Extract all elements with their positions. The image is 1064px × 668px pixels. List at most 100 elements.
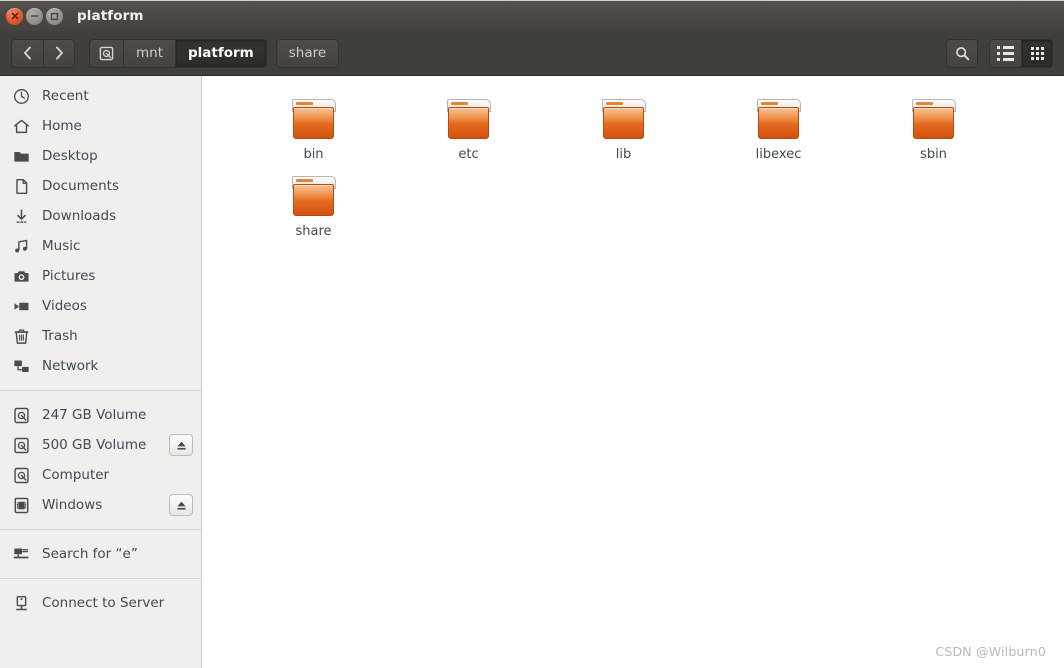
sidebar-item-recent[interactable]: Recent xyxy=(0,81,201,111)
file-item-label: libexec xyxy=(755,147,802,162)
network-icon xyxy=(10,358,32,375)
sidebar-item-label: Network xyxy=(42,358,99,374)
forward-button[interactable] xyxy=(43,38,75,68)
file-item-label: etc xyxy=(458,147,479,162)
sidebar-item-connect-to-server[interactable]: Connect to Server xyxy=(0,588,201,618)
navigation-buttons xyxy=(11,38,75,68)
camera-icon xyxy=(10,268,32,285)
sidebar-section-bookmarks: Search for “e” xyxy=(0,539,201,569)
breadcrumb: mnt platform share xyxy=(89,38,340,68)
folder-icon xyxy=(445,98,493,142)
file-list-area[interactable]: bin etc lib libexec sbin share CSDN @Wil… xyxy=(202,76,1064,668)
file-item[interactable]: bin xyxy=(236,98,391,175)
eject-button[interactable] xyxy=(169,494,193,516)
list-view-button[interactable] xyxy=(989,38,1021,68)
search-folder-icon xyxy=(10,546,32,563)
sidebar-item-label: Documents xyxy=(42,178,119,194)
minimize-icon[interactable] xyxy=(26,7,43,25)
sidebar-item-network[interactable]: Network xyxy=(0,351,201,381)
file-item[interactable]: lib xyxy=(546,98,701,175)
server-icon xyxy=(10,595,32,612)
search-icon xyxy=(955,46,969,60)
sidebar-item-music[interactable]: Music xyxy=(0,231,201,261)
icon-grid: bin etc lib libexec sbin share xyxy=(236,98,1064,252)
file-item-label: share xyxy=(295,224,332,239)
sidebar-item-label: Videos xyxy=(42,298,87,314)
sidebar-item-windows[interactable]: Windows xyxy=(0,490,201,520)
sidebar-item-500gb-volume[interactable]: 500 GB Volume xyxy=(0,430,201,460)
sidebar-divider xyxy=(0,390,201,391)
breadcrumb-item-mnt[interactable]: mnt xyxy=(123,38,175,68)
file-item-label: sbin xyxy=(920,147,947,162)
sidebar-section-places: Recent Home Desktop Documents Downloads … xyxy=(0,81,201,381)
sidebar-section-actions: Connect to Server xyxy=(0,588,201,618)
breadcrumb-item-share[interactable]: share xyxy=(275,38,340,68)
sidebar-item-label: Computer xyxy=(42,467,110,483)
download-icon xyxy=(10,208,32,225)
document-icon xyxy=(10,178,32,195)
breadcrumb-root[interactable] xyxy=(89,38,123,68)
sidebar-item-label: Pictures xyxy=(42,268,96,284)
folder-icon xyxy=(755,98,803,142)
clock-icon xyxy=(10,88,32,105)
folder-icon xyxy=(910,98,958,142)
toolbar: mnt platform share xyxy=(0,31,1064,76)
maximize-icon[interactable] xyxy=(46,7,63,25)
file-item[interactable]: libexec xyxy=(701,98,856,175)
search-button[interactable] xyxy=(946,38,978,68)
sidebar-item-label: Trash xyxy=(42,328,78,344)
folder-icon xyxy=(290,98,338,142)
watermark: CSDN @Wilburn0 xyxy=(935,644,1046,659)
sidebar-item-label: Recent xyxy=(42,88,89,104)
view-mode-buttons xyxy=(989,38,1053,68)
close-icon[interactable] xyxy=(6,7,23,25)
grid-view-button[interactable] xyxy=(1021,38,1053,68)
sidebar-item-desktop[interactable]: Desktop xyxy=(0,141,201,171)
trash-icon xyxy=(10,328,32,345)
breadcrumb-item-platform[interactable]: platform xyxy=(175,38,267,68)
sidebar-item-label: Downloads xyxy=(42,208,117,224)
file-item[interactable]: share xyxy=(236,175,391,252)
drive-icon xyxy=(10,467,32,484)
music-icon xyxy=(10,238,32,255)
eject-icon xyxy=(176,501,186,510)
drive-icon xyxy=(99,46,114,60)
sidebar-item-downloads[interactable]: Downloads xyxy=(0,201,201,231)
sidebar-item-computer[interactable]: Computer xyxy=(0,460,201,490)
file-item[interactable]: sbin xyxy=(856,98,1011,175)
video-icon xyxy=(10,298,32,315)
sidebar-item-label: Music xyxy=(42,238,81,254)
device-icon xyxy=(10,497,32,514)
list-view-icon xyxy=(997,45,1014,61)
sidebar-item-label: 247 GB Volume xyxy=(42,407,147,423)
window-title: platform xyxy=(77,8,144,24)
sidebar-item-label: Connect to Server xyxy=(42,595,165,611)
sidebar-item-label: Home xyxy=(42,118,82,134)
file-item[interactable]: etc xyxy=(391,98,546,175)
drive-icon xyxy=(10,407,32,424)
sidebar-item-documents[interactable]: Documents xyxy=(0,171,201,201)
file-item-label: bin xyxy=(303,147,324,162)
window-body: Recent Home Desktop Documents Downloads … xyxy=(0,76,1064,668)
home-icon xyxy=(10,118,32,135)
sidebar-item-search-for-e[interactable]: Search for “e” xyxy=(0,539,201,569)
folder-icon xyxy=(600,98,648,142)
back-button[interactable] xyxy=(11,38,43,68)
sidebar-item-label: Search for “e” xyxy=(42,546,138,562)
sidebar-item-videos[interactable]: Videos xyxy=(0,291,201,321)
grid-view-icon xyxy=(1030,46,1044,60)
sidebar-item-home[interactable]: Home xyxy=(0,111,201,141)
sidebar-item-pictures[interactable]: Pictures xyxy=(0,261,201,291)
folder-icon xyxy=(10,148,32,165)
sidebar-item-label: 500 GB Volume xyxy=(42,437,147,453)
sidebar-section-devices: 247 GB Volume 500 GB Volume Computer Win… xyxy=(0,400,201,520)
eject-button[interactable] xyxy=(169,434,193,456)
drive-icon xyxy=(10,437,32,454)
folder-icon xyxy=(290,175,338,219)
window-controls xyxy=(6,7,63,25)
sidebar-item-trash[interactable]: Trash xyxy=(0,321,201,351)
file-manager-window: platform mnt platform share Recent Home … xyxy=(0,0,1064,668)
sidebar-item-247gb-volume[interactable]: 247 GB Volume xyxy=(0,400,201,430)
eject-icon xyxy=(176,441,186,450)
file-item-label: lib xyxy=(615,147,632,162)
